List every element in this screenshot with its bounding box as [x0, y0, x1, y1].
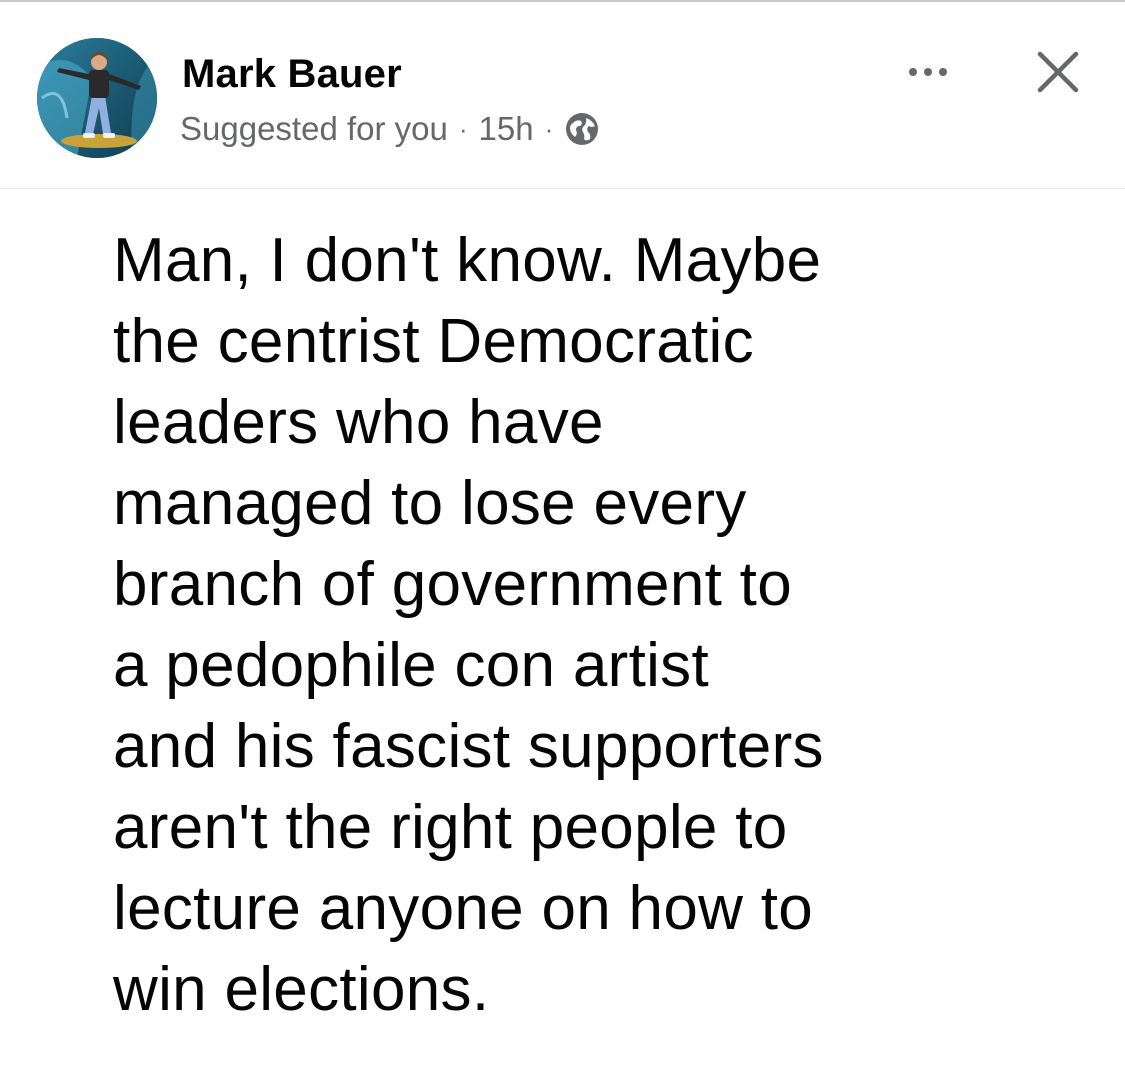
more-options-button[interactable]: [896, 52, 960, 92]
author-name[interactable]: Mark Bauer: [182, 52, 402, 97]
ellipsis-dot: [924, 68, 932, 76]
avatar[interactable]: [37, 38, 157, 158]
close-button[interactable]: [1030, 44, 1086, 100]
post-header: Mark Bauer Suggested for you · 15h ·: [0, 2, 1125, 188]
post-body-text: Man, I don't know. Maybe the centrist De…: [113, 226, 824, 1024]
globe-icon[interactable]: [564, 111, 600, 147]
suggested-label: Suggested for you: [180, 110, 448, 147]
avatar-photo: [37, 38, 157, 158]
ellipsis-dot: [909, 68, 917, 76]
meta-separator: ·: [458, 113, 468, 144]
header-divider: [0, 188, 1125, 189]
post-timestamp[interactable]: 15h: [479, 110, 534, 148]
ellipsis-dot: [939, 68, 947, 76]
close-icon: [1037, 51, 1079, 93]
post-meta: Suggested for you · 15h ·: [180, 107, 600, 151]
meta-separator: ·: [544, 113, 554, 144]
